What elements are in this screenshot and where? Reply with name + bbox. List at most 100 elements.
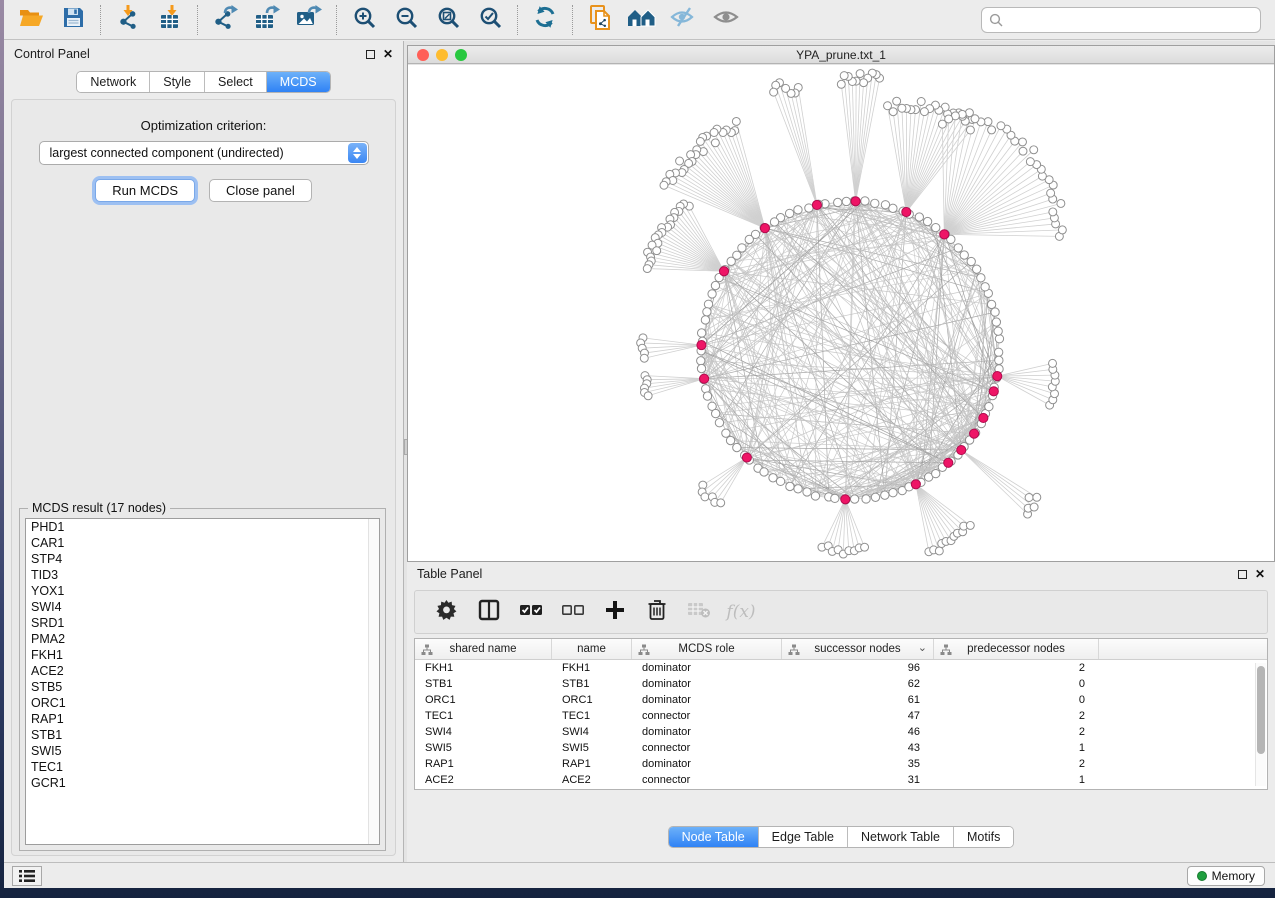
mcds-list-item[interactable]: PMA2 bbox=[26, 631, 379, 647]
table-cell[interactable]: SWI4 bbox=[552, 724, 632, 740]
export-table-button[interactable] bbox=[246, 3, 288, 37]
export-image-button[interactable] bbox=[288, 3, 330, 37]
mcds-list-item[interactable]: GCR1 bbox=[26, 775, 379, 791]
mcds-list-item[interactable]: FKH1 bbox=[26, 647, 379, 663]
table-cell[interactable]: 0 bbox=[934, 692, 1099, 708]
mcds-list-item[interactable]: ACE2 bbox=[26, 663, 379, 679]
zoom-in-button[interactable] bbox=[343, 3, 385, 37]
table-cell[interactable]: 96 bbox=[782, 660, 934, 676]
column-header-shared-name[interactable]: shared name bbox=[415, 639, 552, 659]
table-cell[interactable]: dominator bbox=[632, 676, 782, 692]
network-canvas[interactable] bbox=[408, 65, 1274, 561]
table-cell[interactable]: RAP1 bbox=[415, 756, 552, 772]
mcds-list-item[interactable]: STB1 bbox=[26, 727, 379, 743]
refresh-view-button[interactable] bbox=[524, 3, 566, 37]
clone-network-button[interactable] bbox=[579, 3, 621, 37]
table-cell[interactable]: dominator bbox=[632, 756, 782, 772]
table-row[interactable]: YOX1YOX1connector291 bbox=[415, 788, 1267, 790]
table-row[interactable]: STB1STB1dominator620 bbox=[415, 676, 1267, 692]
first-neighbors-button[interactable] bbox=[621, 3, 663, 37]
table-row[interactable]: FKH1FKH1dominator962 bbox=[415, 660, 1267, 676]
table-cell[interactable]: YOX1 bbox=[552, 788, 632, 790]
mcds-list-item[interactable]: SWI5 bbox=[26, 743, 379, 759]
tab-node-table[interactable]: Node Table bbox=[669, 827, 759, 847]
table-cell[interactable]: 2 bbox=[934, 708, 1099, 724]
column-header-predecessor-nodes[interactable]: predecessor nodes bbox=[934, 639, 1099, 659]
table-cell[interactable]: FKH1 bbox=[415, 660, 552, 676]
table-cell[interactable]: 31 bbox=[782, 772, 934, 788]
close-window-icon[interactable] bbox=[417, 49, 429, 61]
network-window-titlebar[interactable]: YPA_prune.txt_1 bbox=[408, 46, 1274, 64]
table-options-button[interactable] bbox=[429, 595, 465, 629]
mcds-result-list[interactable]: PHD1CAR1STP4TID3YOX1SWI4SRD1PMA2FKH1ACE2… bbox=[25, 518, 380, 845]
table-cell[interactable]: TEC1 bbox=[552, 708, 632, 724]
table-cell[interactable]: RAP1 bbox=[552, 756, 632, 772]
tab-edge-table[interactable]: Edge Table bbox=[759, 827, 848, 847]
table-cell[interactable]: SWI4 bbox=[415, 724, 552, 740]
mcds-list-item[interactable]: TEC1 bbox=[26, 759, 379, 775]
table-cell[interactable]: 47 bbox=[782, 708, 934, 724]
table-cell[interactable]: 2 bbox=[934, 660, 1099, 676]
table-cell[interactable]: TEC1 bbox=[415, 708, 552, 724]
mcds-list-item[interactable]: SRD1 bbox=[26, 615, 379, 631]
table-row[interactable]: SWI4SWI4dominator462 bbox=[415, 724, 1267, 740]
table-cell[interactable]: ACE2 bbox=[415, 772, 552, 788]
open-file-button[interactable] bbox=[10, 3, 52, 37]
table-cell[interactable]: dominator bbox=[632, 724, 782, 740]
zoom-selected-button[interactable] bbox=[469, 3, 511, 37]
table-cell[interactable]: FKH1 bbox=[552, 660, 632, 676]
network-graph[interactable] bbox=[408, 65, 1274, 561]
table-cell[interactable]: STB1 bbox=[415, 676, 552, 692]
table-cell[interactable]: 2 bbox=[934, 724, 1099, 740]
criterion-dropdown[interactable]: largest connected component (undirected) bbox=[39, 141, 369, 165]
export-network-button[interactable] bbox=[204, 3, 246, 37]
table-cell[interactable]: SWI5 bbox=[415, 740, 552, 756]
table-cell[interactable]: 1 bbox=[934, 788, 1099, 790]
import-network-button[interactable] bbox=[107, 3, 149, 37]
mcds-list-item[interactable]: ORC1 bbox=[26, 695, 379, 711]
table-cell[interactable]: STB1 bbox=[552, 676, 632, 692]
run-mcds-button[interactable]: Run MCDS bbox=[95, 179, 195, 202]
zoom-out-button[interactable] bbox=[385, 3, 427, 37]
table-cell[interactable]: ORC1 bbox=[552, 692, 632, 708]
import-table-button[interactable] bbox=[149, 3, 191, 37]
table-cell[interactable]: 29 bbox=[782, 788, 934, 790]
table-scrollbar[interactable] bbox=[1255, 663, 1266, 786]
close-panel-button[interactable]: Close panel bbox=[209, 179, 312, 202]
mcds-list-item[interactable]: CAR1 bbox=[26, 535, 379, 551]
column-header-MCDS-role[interactable]: MCDS role bbox=[632, 639, 782, 659]
close-table-panel-icon[interactable]: ✕ bbox=[1255, 570, 1265, 579]
mcds-list-item[interactable]: STB5 bbox=[26, 679, 379, 695]
table-cell[interactable]: connector bbox=[632, 708, 782, 724]
table-cell[interactable]: dominator bbox=[632, 692, 782, 708]
table-cell[interactable]: 46 bbox=[782, 724, 934, 740]
add-column-button[interactable] bbox=[597, 595, 633, 629]
table-row[interactable]: ORC1ORC1dominator610 bbox=[415, 692, 1267, 708]
table-cell[interactable]: 1 bbox=[934, 740, 1099, 756]
table-cell[interactable]: 0 bbox=[934, 676, 1099, 692]
float-table-panel-icon[interactable] bbox=[1238, 570, 1247, 579]
table-row[interactable]: ACE2ACE2connector311 bbox=[415, 772, 1267, 788]
mcds-list-scrollbar[interactable] bbox=[368, 519, 379, 844]
table-cell[interactable]: 35 bbox=[782, 756, 934, 772]
hide-selected-button[interactable] bbox=[663, 3, 705, 37]
table-cell[interactable]: ORC1 bbox=[415, 692, 552, 708]
tab-style[interactable]: Style bbox=[150, 72, 205, 92]
table-cell[interactable]: ACE2 bbox=[552, 772, 632, 788]
table-cell[interactable]: SWI5 bbox=[552, 740, 632, 756]
table-cell[interactable]: YOX1 bbox=[415, 788, 552, 790]
save-session-button[interactable] bbox=[52, 3, 94, 37]
show-column-panel-button[interactable] bbox=[471, 595, 507, 629]
table-cell[interactable]: dominator bbox=[632, 660, 782, 676]
select-all-rows-button[interactable] bbox=[513, 595, 549, 629]
mcds-list-item[interactable]: RAP1 bbox=[26, 711, 379, 727]
mcds-list-item[interactable]: SWI4 bbox=[26, 599, 379, 615]
status-menu-button[interactable] bbox=[12, 866, 42, 886]
table-cell[interactable]: 1 bbox=[934, 772, 1099, 788]
tab-select[interactable]: Select bbox=[205, 72, 267, 92]
table-cell[interactable]: 2 bbox=[934, 756, 1099, 772]
table-row[interactable]: SWI5SWI5connector431 bbox=[415, 740, 1267, 756]
tab-network[interactable]: Network bbox=[77, 72, 150, 92]
close-panel-icon[interactable]: ✕ bbox=[383, 50, 393, 59]
zoom-window-icon[interactable] bbox=[455, 49, 467, 61]
